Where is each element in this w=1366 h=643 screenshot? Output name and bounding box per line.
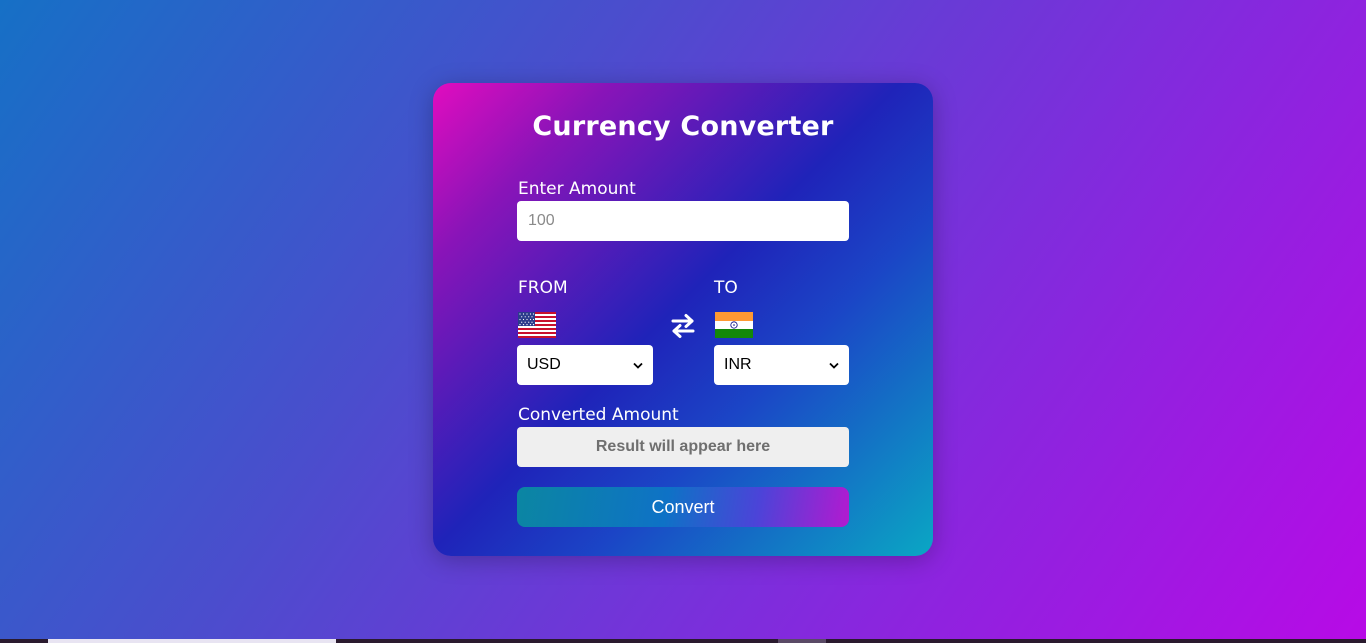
from-currency-value: USD	[527, 356, 561, 373]
amount-input[interactable]	[517, 201, 849, 241]
us-flag-icon	[518, 312, 556, 338]
from-currency-select[interactable]: USD	[517, 345, 653, 385]
page-title: Currency Converter	[532, 111, 834, 142]
chevron-down-icon	[829, 362, 839, 369]
to-currency-value: INR	[724, 356, 752, 373]
to-label: TO	[714, 278, 738, 298]
taskbar-item[interactable]	[778, 639, 826, 643]
convert-button[interactable]: Convert	[517, 487, 849, 527]
amount-label: Enter Amount	[518, 179, 636, 199]
taskbar	[0, 639, 1366, 643]
from-label: FROM	[518, 278, 568, 298]
converted-amount-label: Converted Amount	[518, 405, 679, 425]
to-currency-select[interactable]: INR	[714, 345, 849, 385]
swap-arrows-icon[interactable]	[669, 312, 697, 340]
converter-card: Currency Converter Enter Amount FROM TO	[433, 83, 933, 556]
result-display: Result will appear here	[517, 427, 849, 467]
india-flag-icon	[715, 312, 753, 338]
taskbar-item-active[interactable]	[48, 639, 336, 643]
chevron-down-icon	[633, 362, 643, 369]
